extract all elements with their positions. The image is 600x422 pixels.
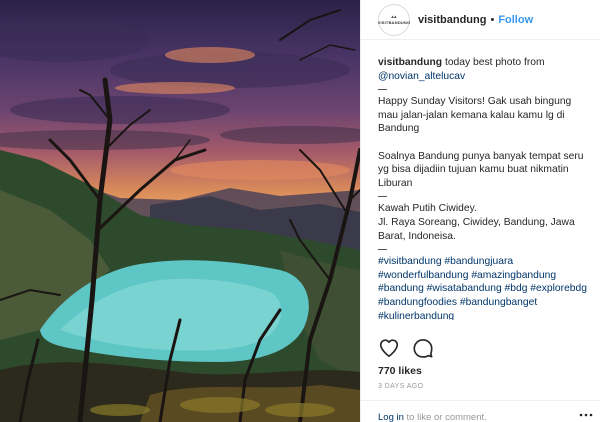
comment-prompt: Log in to like or comment. <box>361 400 600 422</box>
caption-intro-line: visitbandung today best photo from @novi… <box>378 56 590 83</box>
comment-bubble-icon[interactable] <box>412 337 434 359</box>
heart-icon[interactable] <box>378 337 400 359</box>
like-count[interactable]: 770 likes <box>378 365 422 377</box>
post-timestamp[interactable]: 3 DAYS AGO <box>378 383 424 390</box>
landscape-photo <box>0 9 360 422</box>
caption-place: Kawah Putih Ciwidey. <box>378 203 477 215</box>
credit-link[interactable]: @novian_altelucav <box>378 71 465 82</box>
hashtag-links[interactable]: #visitbandung #bandungjuara #wonderfulba… <box>378 256 587 320</box>
post-sidebar: ▴▴ VISITBANDUNG visitbandung • Follow vi… <box>360 0 600 422</box>
caption-intro: today best photo from <box>444 57 545 68</box>
caption-username[interactable]: visitbandung <box>378 57 442 68</box>
header-separator: • <box>490 13 495 26</box>
header-username[interactable]: visitbandung <box>418 14 486 26</box>
caption-address: Jl. Raya Soreang, Ciwidey, Bandung, Jawa… <box>378 216 575 242</box>
more-options-icon[interactable] <box>579 410 593 420</box>
post-header: ▴▴ VISITBANDUNG visitbandung • Follow <box>361 0 600 40</box>
avatar[interactable]: ▴▴ VISITBANDUNG <box>377 3 411 36</box>
login-link[interactable]: Log in <box>378 412 404 422</box>
caption-paragraph-1: Happy Sunday Visitors! Gak usah bingung … <box>378 96 572 135</box>
avatar-logo-text: VISITBANDUNG <box>377 19 411 25</box>
caption-hashtags: #visitbandung #bandungjuara #wonderfulba… <box>378 255 590 320</box>
caption: visitbandung today best photo from @novi… <box>361 40 600 320</box>
follow-button[interactable]: Follow <box>498 14 533 26</box>
comment-prompt-text: to like or comment. <box>403 412 487 422</box>
post-photo[interactable] <box>0 0 360 422</box>
post-actions <box>378 337 434 359</box>
avatar-logo: ▴▴ VISITBANDUNG <box>377 14 411 25</box>
caption-paragraph-2: Soalnya Bandung punya banyak tempat seru… <box>378 150 584 189</box>
